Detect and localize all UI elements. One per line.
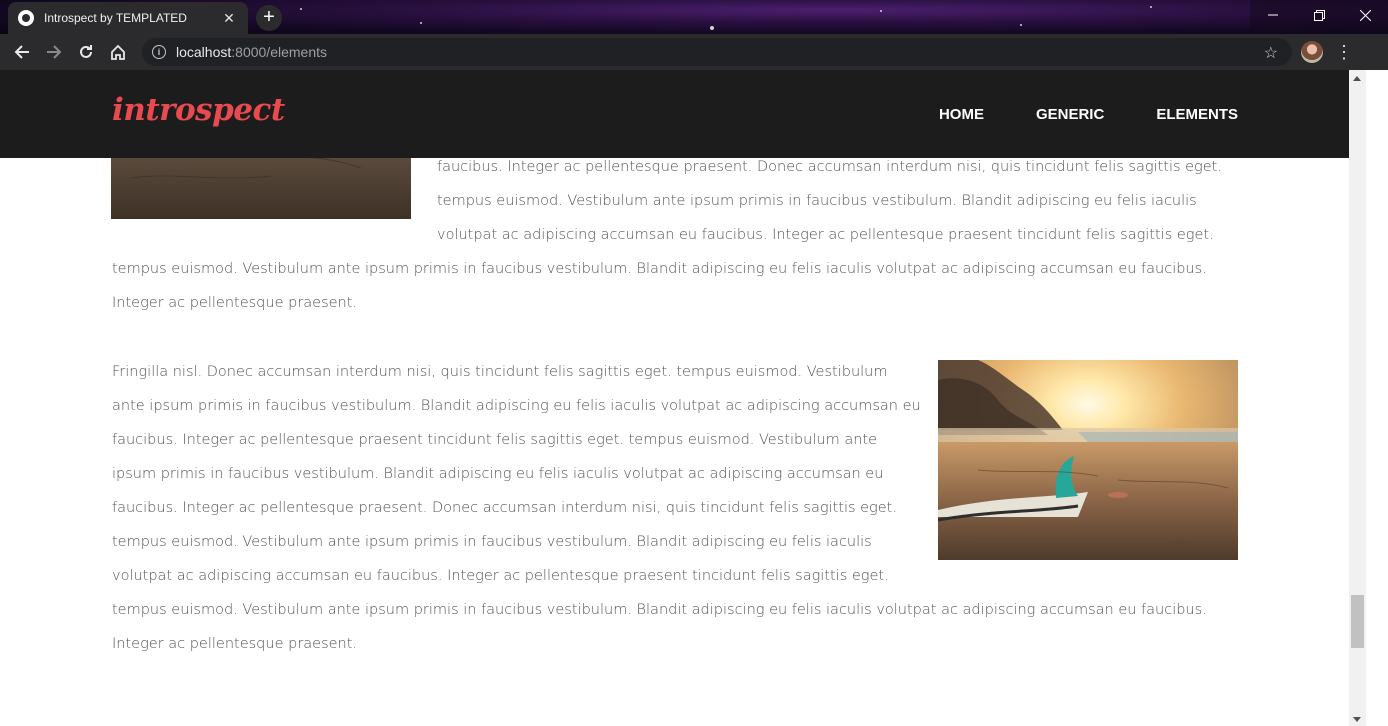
avatar[interactable] [1301, 41, 1323, 63]
vertical-scrollbar[interactable] [1349, 70, 1366, 726]
globe-icon [18, 10, 34, 26]
page-viewport: introspect HOME GENERIC ELEMENTS faucibu… [0, 70, 1349, 726]
scroll-up-arrow-icon[interactable] [1353, 76, 1361, 81]
kebab-menu-icon[interactable]: ⋮ [1334, 40, 1354, 64]
window-controls [1250, 0, 1388, 30]
paragraph-line: volutpat ac adipiscing accumsan eu fauci… [112, 568, 889, 584]
scroll-down-arrow-icon[interactable] [1353, 717, 1361, 722]
nav-elements[interactable]: ELEMENTS [1156, 106, 1238, 123]
background-star [710, 26, 714, 30]
paragraph-line: Integer ac pellentesque praesent. [112, 295, 358, 311]
window-close-icon[interactable] [1342, 0, 1388, 30]
background-star [420, 22, 422, 24]
main-nav: HOME GENERIC ELEMENTS [887, 70, 1238, 158]
address-bar[interactable]: i localhost:8000/elements ☆ [142, 38, 1292, 66]
paragraph-line: tempus euismod. Vestibulum ante ipsum pr… [112, 261, 1207, 277]
browser-tabstrip: Introspect by TEMPLATED ✕ + [0, 0, 1388, 34]
paragraph-1: faucibus. Integer ac pellentesque praese… [112, 150, 1238, 320]
back-arrow-icon[interactable] [6, 36, 38, 68]
scrollbar-thumb[interactable] [1351, 595, 1364, 648]
background-star [300, 8, 302, 10]
surfboard-image-right [938, 360, 1238, 560]
paragraph-line: Integer ac pellentesque praesent. [112, 636, 358, 652]
tab-title: Introspect by TEMPLATED [44, 11, 187, 25]
nav-generic[interactable]: GENERIC [1036, 106, 1104, 123]
close-icon[interactable]: ✕ [220, 10, 238, 27]
info-icon[interactable]: i [152, 45, 166, 59]
site-logo[interactable]: introspect [112, 92, 285, 128]
browser-toolbar: i localhost:8000/elements ☆ ⋮ [0, 34, 1388, 70]
browser-tab[interactable]: Introspect by TEMPLATED ✕ [8, 2, 248, 34]
background-star [1150, 6, 1152, 8]
plus-icon[interactable]: + [256, 5, 282, 31]
paragraph-line: tempus euismod. Vestibulum ante ipsum pr… [112, 602, 1207, 618]
url-path: :8000/elements [231, 44, 327, 60]
window-edge [1366, 70, 1388, 726]
star-icon[interactable]: ☆ [1264, 43, 1278, 63]
home-icon[interactable] [102, 36, 134, 68]
url-host: localhost [176, 44, 232, 60]
background-star [880, 10, 882, 12]
paragraph-line: volutpat ac adipiscing accumsan eu fauci… [437, 227, 1214, 243]
nav-home[interactable]: HOME [939, 106, 984, 123]
paragraph-line: tempus euismod. Vestibulum ante ipsum pr… [437, 193, 1197, 209]
reload-icon[interactable] [70, 36, 102, 68]
background-star [1020, 24, 1022, 26]
site-header: introspect HOME GENERIC ELEMENTS [0, 70, 1349, 158]
forward-arrow-icon[interactable] [38, 36, 70, 68]
minimize-icon[interactable] [1250, 0, 1296, 30]
restore-icon[interactable] [1296, 0, 1342, 30]
